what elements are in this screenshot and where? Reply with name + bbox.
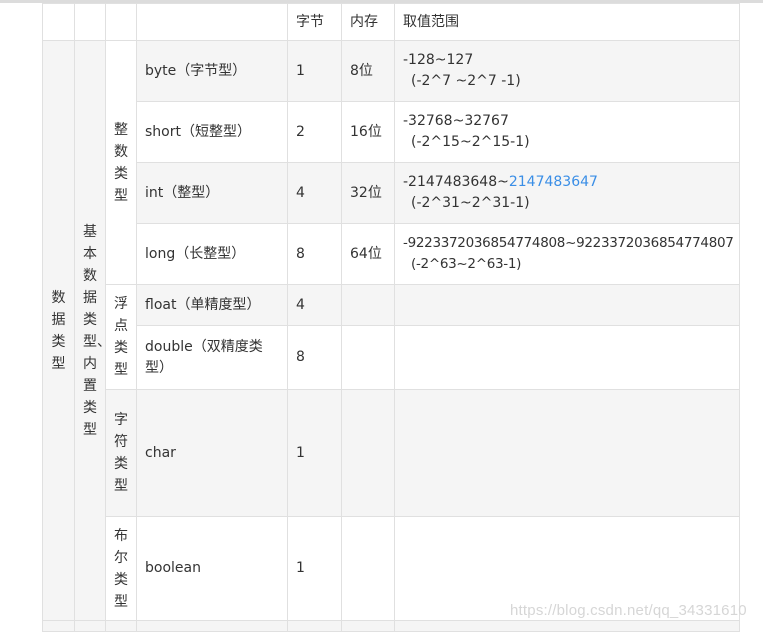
table-row: short（短整型） 2 16位 -32768~32767 (-2^15~2^1… (42, 101, 740, 163)
group-boolean-type: 布尔类型 (105, 516, 137, 621)
type-range: -2147483648~2147483647 (-2^31~2^31-1) (394, 162, 740, 224)
table-cell (341, 620, 395, 632)
type-range (394, 389, 740, 517)
type-name: int（整型） (136, 162, 288, 224)
type-range: -9223372036854774808~9223372036854774807… (394, 223, 740, 285)
group-basic-type: 基本数据类型、内置类型 (74, 40, 111, 621)
type-name: double（双精度类型） (136, 325, 288, 390)
type-bytes: 1 (287, 389, 342, 517)
type-range (394, 284, 740, 326)
table-row (42, 620, 740, 632)
type-range: -32768~32767 (-2^15~2^15-1) (394, 101, 740, 163)
table-cell (287, 620, 342, 632)
table-cell (105, 620, 137, 632)
type-name: byte（字节型） (136, 40, 288, 102)
type-memory: 32位 (341, 162, 395, 224)
type-bytes: 8 (287, 325, 342, 390)
type-memory (341, 389, 395, 517)
header-memory: 内存 (341, 3, 395, 41)
type-bytes: 8 (287, 223, 342, 285)
type-memory: 64位 (341, 223, 395, 285)
header-range: 取值范围 (394, 3, 740, 41)
type-memory: 8位 (341, 40, 395, 102)
type-name: float（单精度型） (136, 284, 288, 326)
group-char-type: 字符类型 (105, 389, 137, 517)
group-integer-type: 整数类型 (105, 40, 137, 285)
type-memory: 16位 (341, 101, 395, 163)
type-bytes: 1 (287, 40, 342, 102)
group-data-type: 数据类型 (42, 40, 75, 621)
type-bytes: 1 (287, 516, 342, 621)
header-bytes: 字节 (287, 3, 342, 41)
table-cell (74, 620, 106, 632)
type-bytes: 2 (287, 101, 342, 163)
table-row: long（长整型） 8 64位 -9223372036854774808~922… (42, 223, 740, 285)
table-cell (42, 620, 75, 632)
table-row: double（双精度类型） 8 (42, 325, 740, 390)
watermark: https://blog.csdn.net/qq_34331610 (510, 602, 747, 619)
header-cell-empty (74, 3, 106, 41)
type-name: char (136, 389, 288, 517)
type-range (394, 325, 740, 390)
type-name: short（短整型） (136, 101, 288, 163)
range-link[interactable]: 2147483647 (509, 174, 598, 190)
table-row: int（整型） 4 32位 -2147483648~2147483647 (-2… (42, 162, 740, 224)
table-row: 字符类型 char 1 (42, 389, 740, 517)
table-cell (394, 620, 740, 632)
data-types-table: 字节 内存 取值范围 数据类型 基本数据类型、内置类型 整数类型 byte（字节… (42, 3, 740, 632)
header-cell-empty (42, 3, 75, 41)
table-cell (136, 620, 288, 632)
type-name: boolean (136, 516, 288, 621)
header-cell-empty (136, 3, 288, 41)
type-memory (341, 516, 395, 621)
type-bytes: 4 (287, 284, 342, 326)
table-row: 数据类型 基本数据类型、内置类型 整数类型 byte（字节型） 1 8位 -12… (42, 40, 740, 621)
type-bytes: 4 (287, 162, 342, 224)
type-range: -128~127 (-2^7 ~2^7 -1) (394, 40, 740, 102)
header-row: 字节 内存 取值范围 (42, 3, 740, 41)
table-row: 浮点类型 float（单精度型） 4 (42, 284, 740, 390)
type-memory (341, 284, 395, 326)
header-cell-empty (105, 3, 137, 41)
type-memory (341, 325, 395, 390)
type-name: long（长整型） (136, 223, 288, 285)
